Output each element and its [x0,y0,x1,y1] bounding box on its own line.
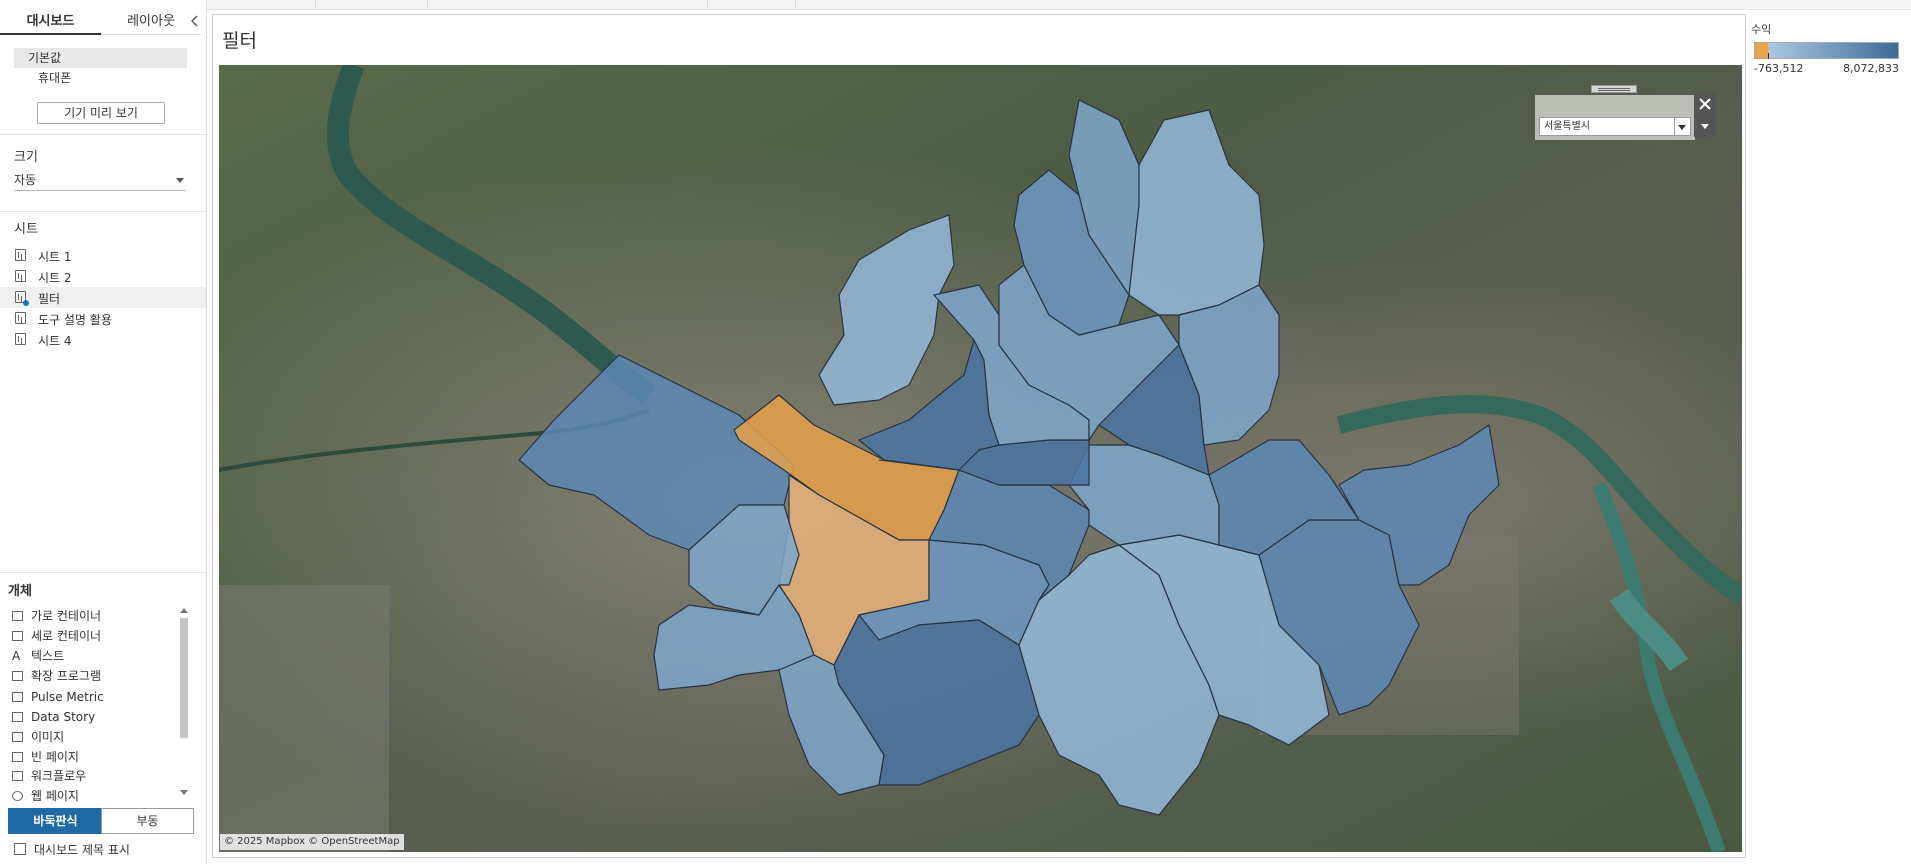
object-label: Data Story [31,710,96,724]
sheet-label: 필터 [38,292,61,306]
sheet-item[interactable]: 시트 2 [0,266,206,287]
object-vertical-container[interactable]: 세로 컨테이너 [12,626,177,646]
urban-area [219,585,389,852]
filter-drag-handle[interactable] [1591,85,1637,93]
object-label: 세로 컨테이너 [31,629,102,643]
object-label: 빈 페이지 [31,750,79,764]
in-use-indicator-icon [23,300,29,306]
legend-title: 수익 [1751,23,1772,36]
show-title-label: 대시보드 제목 표시 [34,843,130,857]
divider [0,572,206,573]
sheet-label: 시트 2 [38,271,72,285]
top-tab[interactable] [315,0,428,8]
object-data-story[interactable]: Data Story [12,707,177,727]
top-tab[interactable] [205,0,316,8]
legend-gradient [1754,42,1899,59]
web-page-icon [12,791,23,801]
divider [0,211,206,212]
object-label: 가로 컨테이너 [31,609,102,623]
tab-dashboard[interactable]: 대시보드 [0,10,101,35]
top-tab[interactable] [427,0,708,8]
top-tab-strip [205,0,1911,10]
dashboard-side-panel: 대시보드 레이아웃 기본값 휴대폰 기기 미리 보기 크기 자동 시트 시트 1… [0,0,207,864]
show-title-checkbox[interactable] [14,843,26,855]
object-web-page[interactable]: 웹 페이지 [12,786,177,806]
device-preview-button[interactable]: 기기 미리 보기 [37,102,165,124]
filter-selected-value: 서울특별시 [1544,121,1590,132]
legend-zero-tick [1768,53,1769,59]
sheet-title: 필터 [222,30,257,52]
more-options-icon[interactable] [1694,115,1716,137]
sheet-label: 시트 1 [38,250,72,264]
chevron-down-icon[interactable] [1674,118,1690,135]
object-label: Pulse Metric [31,690,104,704]
map-svg[interactable] [219,65,1742,852]
worksheet-icon [15,333,26,345]
sheet-label: 도구 설명 활용 [38,313,112,327]
objects-scrollbar[interactable] [178,604,190,798]
floating-button[interactable]: 부동 [101,808,194,834]
blank-icon [12,752,23,762]
scroll-thumb[interactable] [180,618,188,738]
worksheet-icon [15,249,26,261]
object-label: 웹 페이지 [31,789,79,803]
sheet-item[interactable]: 시트 1 [0,245,206,266]
legend-min-label: -763,512 [1754,62,1804,75]
text-icon: A [12,649,21,663]
object-image[interactable]: 이미지 [12,727,177,747]
legend-max-label: 8,072,833 [1843,62,1899,75]
object-label: 워크플로우 [31,769,87,783]
close-icon[interactable] [1694,93,1716,115]
top-tab[interactable] [707,0,796,8]
sheets-title: 시트 [14,222,38,237]
object-label: 텍스트 [31,649,65,663]
tab-layout[interactable]: 레이아웃 [101,10,201,35]
filter-dropdown[interactable]: 서울특별시 [1539,117,1691,136]
size-value: 자동 [14,173,37,187]
horizontal-container-icon [12,611,23,621]
workflow-icon [12,771,23,781]
worksheet-icon [15,312,26,324]
divider [0,134,206,135]
object-pulse-metric[interactable]: Pulse Metric [12,687,177,707]
worksheet-icon [15,270,26,282]
chevron-down-icon [176,178,184,183]
sheet-item[interactable]: 시트 4 [0,329,206,350]
object-label: 확장 프로그램 [31,669,102,683]
object-extension[interactable]: 확장 프로그램 [12,666,177,686]
sheet-label: 시트 4 [38,334,72,348]
map-view[interactable] [219,65,1742,852]
extension-icon [12,671,23,681]
size-title: 크기 [14,150,38,165]
object-workflow[interactable]: 워크플로우 [12,766,177,786]
device-phone[interactable]: 휴대폰 [14,68,187,88]
data-story-icon [12,712,23,722]
sheet-item-active[interactable]: 필터 [0,287,206,308]
device-default[interactable]: 기본값 [14,48,187,68]
image-icon [12,732,23,742]
pulse-metric-icon [12,692,23,702]
vertical-container-icon [12,631,23,641]
objects-title: 개체 [8,584,32,599]
collapse-panel-icon[interactable] [188,14,202,28]
scroll-down-icon[interactable] [180,790,188,795]
object-horizontal-container[interactable]: 가로 컨테이너 [12,606,177,626]
scroll-up-icon[interactable] [180,608,188,613]
map-attribution[interactable]: © 2025 Mapbox © OpenStreetMap [220,834,404,850]
sheet-item[interactable]: 도구 설명 활용 [0,308,206,329]
tiled-button[interactable]: 바둑판식 [8,808,103,834]
size-dropdown[interactable]: 자동 [14,170,186,191]
object-blank[interactable]: 빈 페이지 [12,747,177,767]
object-text[interactable]: A 텍스트 [12,646,177,666]
object-label: 이미지 [31,730,65,744]
